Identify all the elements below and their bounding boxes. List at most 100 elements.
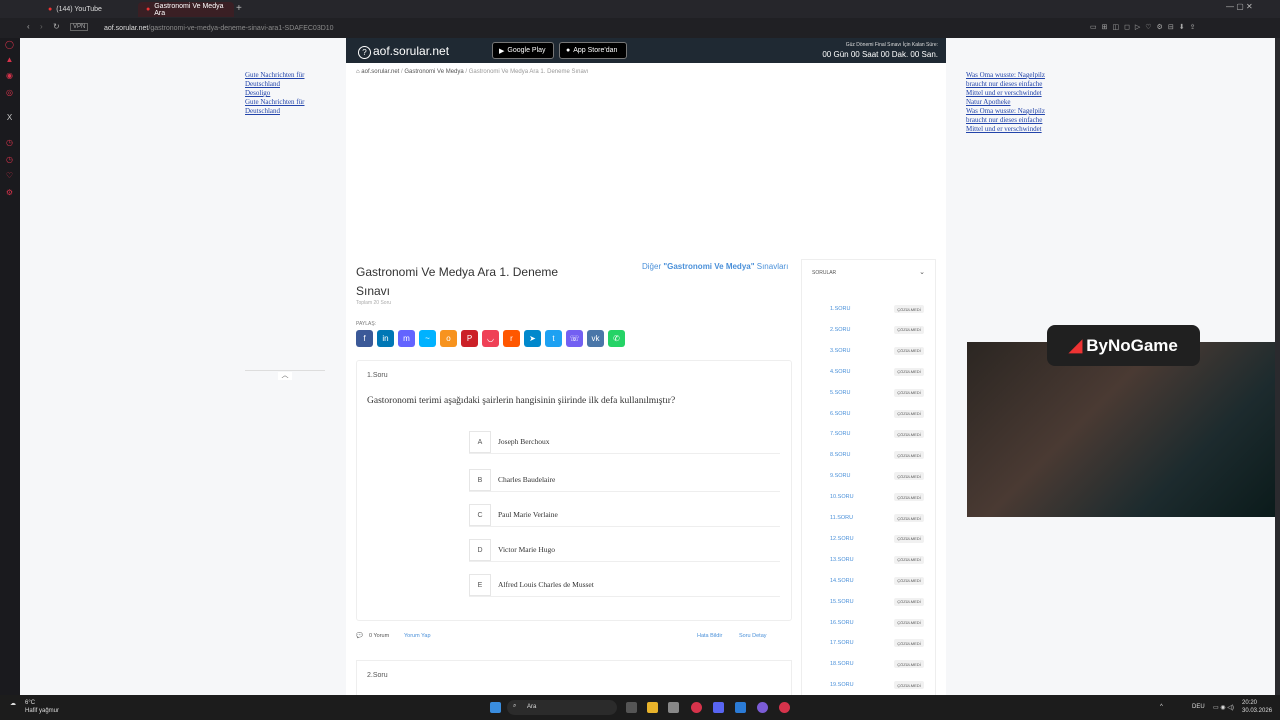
tray-icons[interactable]: ▭ ◉ ◁) (1213, 704, 1234, 711)
opera-icon[interactable]: ◯ (5, 40, 14, 49)
option-letter: B (469, 469, 491, 491)
task-view-icon[interactable] (626, 702, 637, 713)
option-d[interactable]: D Victor Marie Hugo (469, 539, 780, 562)
weather-temp[interactable]: 6°C (25, 700, 35, 706)
option-a[interactable]: A Joseph Berchoux (469, 431, 780, 454)
heart-icon[interactable]: ♡ (5, 171, 14, 180)
option-e[interactable]: E Alfred Louis Charles de Musset (469, 574, 780, 597)
chevron-down-icon[interactable]: ⌄ (919, 268, 925, 276)
windows-start-icon[interactable] (490, 702, 501, 713)
home-icon[interactable]: ⌂ (356, 69, 360, 75)
ad-link[interactable]: Gute Nachrichten für Deutschland (245, 71, 331, 89)
taskbar-search[interactable]: ⌕ Ara (507, 700, 617, 715)
question-list-item[interactable]: 3.SORU ÇÖZÜLMEDİ (802, 344, 935, 360)
back-icon[interactable]: ‹ (27, 22, 30, 31)
calendar-icon[interactable] (668, 702, 679, 713)
clock-date[interactable]: 30.03.2026 (1242, 708, 1272, 714)
question-list-item[interactable]: 12.SORU ÇÖZÜLMEDİ (802, 532, 935, 548)
ad-link[interactable]: Was Oma wusste: Nagelpilz braucht nur di… (966, 107, 1046, 134)
question-list-item[interactable]: 18.SORU ÇÖZÜLMEDİ (802, 657, 935, 673)
site-logo[interactable]: ? aof.sorular.net (358, 44, 449, 59)
whatsapp-share-icon[interactable]: ✆ (608, 330, 625, 347)
tab-gastronomi[interactable]: ● Gastronomi Ve Medya Ara (138, 2, 234, 17)
settings-icon[interactable]: ⚙ (5, 188, 14, 197)
question-list-item[interactable]: 5.SORU ÇÖZÜLMEDİ (802, 386, 935, 402)
forward-icon[interactable]: › (40, 22, 43, 31)
mastodon-share-icon[interactable]: m (398, 330, 415, 347)
app-store-button[interactable]: ● App Store'dan (559, 42, 627, 59)
telegram-share-icon[interactable]: ➤ (524, 330, 541, 347)
question-list-item[interactable]: 4.SORU ÇÖZÜLMEDİ (802, 365, 935, 381)
ad-link[interactable]: Desoligo (245, 89, 331, 98)
main-content: ⌂ aof.sorular.net / Gastronomi Ve Medya … (346, 63, 946, 695)
ad-right[interactable]: Was Oma wusste: Nagelpilz braucht nur di… (966, 71, 1046, 134)
pinterest-share-icon[interactable]: P (461, 330, 478, 347)
app-icon[interactable] (735, 702, 746, 713)
ad-link[interactable]: Was Oma wusste: Nagelpilz braucht nur di… (966, 71, 1046, 98)
pocket-share-icon[interactable]: ◡ (482, 330, 499, 347)
question-list-item[interactable]: 2.SORU ÇÖZÜLMEDİ (802, 323, 935, 339)
language-indicator[interactable]: DEU (1192, 704, 1205, 710)
question-list-item[interactable]: 6.SORU ÇÖZÜLMEDİ (802, 407, 935, 423)
obs-icon[interactable] (757, 702, 768, 713)
messenger-share-icon[interactable]: ~ (419, 330, 436, 347)
option-c[interactable]: C Paul Marie Verlaine (469, 504, 780, 527)
breadcrumb: ⌂ aof.sorular.net / Gastronomi Ve Medya … (356, 69, 588, 75)
question-list-item[interactable]: 14.SORU ÇÖZÜLMEDİ (802, 574, 935, 590)
question-list-item[interactable]: 7.SORU ÇÖZÜLMEDİ (802, 427, 935, 443)
tray-chevron-icon[interactable]: ^ (1160, 704, 1163, 710)
tab-youtube[interactable]: ● (144) YouTube (40, 2, 136, 17)
option-b[interactable]: B Charles Baudelaire (469, 469, 780, 492)
tab-label: Gastronomi Ve Medya Ara (154, 2, 224, 17)
ad-link[interactable]: Natur Apotheke (966, 98, 1046, 107)
opera-gx-icon[interactable] (779, 702, 790, 713)
breadcrumb-category[interactable]: Gastronomi Ve Medya (404, 69, 463, 75)
vk-share-icon[interactable]: vk (587, 330, 604, 347)
discord-icon[interactable] (713, 702, 724, 713)
google-play-button[interactable]: ▶ Google Play (492, 42, 554, 59)
window-controls[interactable]: — ▢ ✕ (1226, 2, 1253, 11)
vpn-badge[interactable]: VPN (70, 23, 89, 31)
clock-time[interactable]: 20:20 (1242, 700, 1257, 706)
breadcrumb-home[interactable]: aof.sorular.net (361, 69, 399, 75)
reload-icon[interactable]: ↻ (53, 22, 60, 31)
report-error-link[interactable]: Hata Bildir (697, 633, 722, 639)
twitter-share-icon[interactable]: t (545, 330, 562, 347)
stream-badge: ◢ ByNoGame (1047, 325, 1200, 366)
question-list-item[interactable]: 16.SORU ÇÖZÜLMEDİ (802, 616, 935, 632)
question-list-item[interactable]: 8.SORU ÇÖZÜLMEDİ (802, 448, 935, 464)
aria-icon[interactable]: ▲ (5, 55, 14, 64)
question-detail-link[interactable]: Soru Detay (739, 633, 767, 639)
question-list-item[interactable]: 9.SORU ÇÖZÜLMEDİ (802, 469, 935, 485)
ad-left[interactable]: Gute Nachrichten für Deutschland Desolig… (245, 71, 331, 116)
question-status-badge: ÇÖZÜLMEDİ (894, 430, 924, 439)
browser-toolbar-icons[interactable]: ▭⊞◫◻▷♡⚙⊟⬇⇪ (1090, 23, 1200, 31)
question-list-item[interactable]: 1.SORU ÇÖZÜLMEDİ (802, 302, 935, 318)
url-field[interactable]: aof.sorular.net/gastronomi-ve-medya-dene… (88, 21, 1068, 35)
chevron-up-icon[interactable]: ︿ (278, 372, 292, 380)
question-list-item[interactable]: 19.SORU ÇÖZÜLMEDİ (802, 678, 935, 694)
linkedin-share-icon[interactable]: in (377, 330, 394, 347)
facebook-share-icon[interactable]: f (356, 330, 373, 347)
question-list-item[interactable]: 11.SORU ÇÖZÜLMEDİ (802, 511, 935, 527)
file-explorer-icon[interactable] (647, 702, 658, 713)
question-list-item[interactable]: 10.SORU ÇÖZÜLMEDİ (802, 490, 935, 506)
whatsapp-icon[interactable]: ◎ (5, 88, 14, 97)
clock-icon[interactable]: ◷ (5, 155, 14, 164)
opera-taskbar-icon[interactable] (691, 702, 702, 713)
question-list-item[interactable]: 17.SORU ÇÖZÜLMEDİ (802, 636, 935, 652)
viber-share-icon[interactable]: ☏ (566, 330, 583, 347)
x-icon[interactable]: X (5, 113, 14, 122)
question-list-item[interactable]: 15.SORU ÇÖZÜLMEDİ (802, 595, 935, 611)
odnoklassniki-share-icon[interactable]: o (440, 330, 457, 347)
weather-desc[interactable]: Hafif yağmur (25, 708, 59, 714)
messenger-icon[interactable]: ◉ (5, 71, 14, 80)
page-scrollbar[interactable] (1275, 38, 1280, 695)
question-list-item[interactable]: 13.SORU ÇÖZÜLMEDİ (802, 553, 935, 569)
reddit-share-icon[interactable]: r (503, 330, 520, 347)
history-icon[interactable]: ◷ (5, 138, 14, 147)
new-tab-button[interactable]: + (236, 3, 242, 14)
add-comment-link[interactable]: Yorum Yap (404, 633, 431, 639)
ad-link[interactable]: Gute Nachrichten für Deutschland (245, 98, 331, 116)
other-exams-link[interactable]: Diğer "Gastronomi Ve Medya" Sınavları (642, 262, 788, 271)
